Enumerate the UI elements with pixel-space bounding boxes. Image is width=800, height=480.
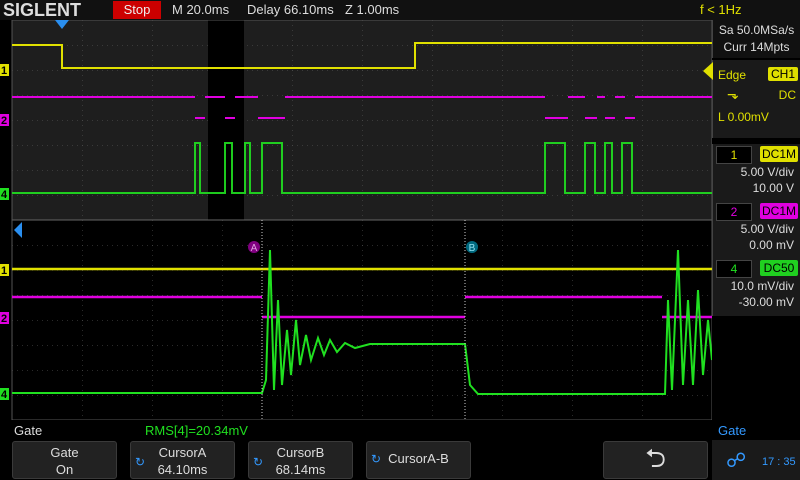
ch4-marker-overview: 4 <box>1 189 8 201</box>
ch1-number: 1 <box>716 146 752 164</box>
ch1-scale: 5.00 V/div <box>740 165 794 179</box>
channel-2-panel[interactable]: 2 DC1M 5.00 V/div 0.00 mV <box>712 201 800 259</box>
network-icon: ☍ <box>726 450 747 472</box>
gate-value: On <box>55 462 74 477</box>
trigger-panel[interactable]: Edge CH1 ⬎ DC L 0.00mV <box>703 60 800 138</box>
waveform-display[interactable]: A B 1 2 4 1 2 4 <box>0 20 712 420</box>
ch2-marker-overview: 2 <box>1 115 7 127</box>
knob-icon: ↻ <box>253 455 264 469</box>
zoom-timebase[interactable]: Z 1.00ms <box>345 2 399 17</box>
acquisition-info[interactable]: Sa 50.0MSa/s Curr 14Mpts <box>712 20 800 58</box>
ch1-marker-overview: 1 <box>1 65 7 77</box>
ch2-number: 2 <box>716 203 752 221</box>
menu-name: Gate <box>718 423 747 438</box>
cursor-a-label: A <box>251 243 258 254</box>
ch1-offset: 10.00 V <box>752 181 794 195</box>
ch2-coupling: DC1M <box>760 203 798 219</box>
memory-depth: Curr 14Mpts <box>723 40 790 54</box>
cursor-a-b-title: CursorA-B <box>388 451 449 466</box>
ch1-coupling: DC1M <box>760 146 798 162</box>
knob-icon: ↻ <box>371 452 382 466</box>
run-stop-status[interactable]: Stop <box>113 1 161 19</box>
ch2-offset: 0.00 mV <box>749 238 794 252</box>
return-arrow-icon: ⮌ <box>645 443 666 473</box>
sample-rate: Sa 50.0MSa/s <box>718 23 795 37</box>
cursor-a-b-button[interactable]: ↻ CursorA-B <box>366 441 471 479</box>
cursor-a-button[interactable]: ↻ CursorA 64.10ms <box>130 441 235 479</box>
falling-edge-icon: ⬎ <box>727 86 739 102</box>
trigger-type: Edge <box>718 68 747 82</box>
status-corner: ☍ 17 : 35 <box>712 440 800 480</box>
trigger-level-marker <box>703 62 713 80</box>
trigger-coupling: DC <box>778 88 796 102</box>
ch1-marker: 1 <box>1 265 7 277</box>
cursor-b-label: B <box>469 243 476 254</box>
knob-icon: ↻ <box>135 455 146 469</box>
timebase[interactable]: M 20.0ms <box>172 2 229 17</box>
ch4-marker: 4 <box>1 389 8 401</box>
trigger-frequency: f < 1Hz <box>700 2 742 17</box>
trigger-source: CH1 <box>767 67 798 81</box>
ch2-marker: 2 <box>1 313 7 325</box>
gate-label: Gate <box>50 445 79 460</box>
cursor-b-title: CursorB <box>276 445 325 460</box>
channel-1-panel[interactable]: 1 DC1M 5.00 V/div 10.00 V <box>712 144 800 202</box>
channel-4-panel[interactable]: 4 DC50 10.0 mV/div -30.00 mV <box>712 258 800 316</box>
delay[interactable]: Delay 66.10ms <box>247 2 334 17</box>
ch4-scale: 10.0 mV/div <box>730 279 794 293</box>
cursor-b-button[interactable]: ↻ CursorB 68.14ms <box>248 441 353 479</box>
ch2-scale: 5.00 V/div <box>740 222 794 236</box>
ch4-coupling: DC50 <box>760 260 798 276</box>
clock: 17 : 35 <box>762 456 796 468</box>
ch4-number: 4 <box>716 260 752 278</box>
menu-title: Gate <box>14 423 43 438</box>
gate-button[interactable]: Gate On <box>12 441 117 479</box>
top-bar: SIGLENT Stop M 20.0ms Delay 66.10ms Z 1.… <box>0 0 800 20</box>
rms-measurement: RMS[4]=20.34mV <box>145 423 248 438</box>
back-button[interactable]: ⮌ <box>603 441 708 479</box>
siglent-logo: SIGLENT <box>3 0 82 20</box>
cursor-a-title: CursorA <box>158 445 207 460</box>
cursor-a-value: 64.10ms <box>157 462 208 477</box>
cursor-b-value: 68.14ms <box>275 462 326 477</box>
ch4-offset: -30.00 mV <box>738 295 794 309</box>
trigger-level: L 0.00mV <box>718 110 769 124</box>
